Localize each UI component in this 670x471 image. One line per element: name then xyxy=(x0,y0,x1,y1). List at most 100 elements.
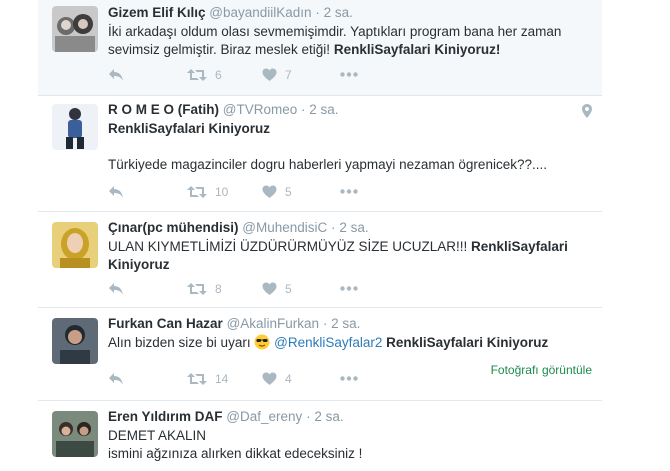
view-photo-link[interactable]: Fotoğrafı görüntüle xyxy=(491,363,592,377)
timestamp[interactable]: 2 sa. xyxy=(309,102,338,117)
timestamp[interactable]: 2 sa. xyxy=(339,220,368,235)
retweet-button[interactable]: 10 xyxy=(187,185,228,199)
tweet-text-line: sevimsiz gelmiştir. Biraz meslek etiği! xyxy=(108,42,331,57)
retweet-count: 6 xyxy=(215,68,222,82)
separator-dot: · xyxy=(301,102,306,117)
like-count: 4 xyxy=(285,372,292,386)
fullname[interactable]: R O M E O (Fatih) xyxy=(108,102,219,117)
timestamp[interactable]: 2 sa. xyxy=(314,409,343,424)
tweet-header: Çınar(pc mühendisi) @MuhendisiC · 2 sa. xyxy=(108,219,592,237)
tweet-text: İki arkadaşı oldum olası sevmemişimdir. … xyxy=(108,23,592,59)
like-count: 7 xyxy=(285,68,292,82)
tweet-actions: 6 7 xyxy=(108,68,378,86)
reply-button[interactable] xyxy=(108,282,124,296)
more-button[interactable] xyxy=(340,72,358,77)
like-button[interactable]: 5 xyxy=(262,282,292,296)
tweet-5[interactable]: Eren Yıldırım DAF @Daf_ereny · 2 sa. DEM… xyxy=(38,401,602,471)
heart-icon xyxy=(262,68,277,81)
tweet-actions: 10 5 xyxy=(108,185,378,203)
separator-dot: · xyxy=(306,409,311,424)
fullname[interactable]: Gizem Elif Kılıç xyxy=(108,5,206,20)
more-button[interactable] xyxy=(340,376,358,381)
more-button[interactable] xyxy=(340,286,358,291)
tweet-3[interactable]: Çınar(pc mühendisi) @MuhendisiC · 2 sa. … xyxy=(38,212,602,308)
reply-icon xyxy=(109,373,123,385)
hashtag-link[interactable]: RenkliSayfalari Kiniyoruz xyxy=(386,335,548,350)
fullname[interactable]: Çınar(pc mühendisi) xyxy=(108,220,239,235)
tweet-text-line: İki arkadaşı oldum olası sevmemişimdir. … xyxy=(108,24,562,39)
hashtag-link[interactable]: RenkliSayfalari Kiniyoruz xyxy=(108,121,270,136)
hashtag-link[interactable]: Kiniyoruz xyxy=(108,257,170,272)
more-icon xyxy=(340,72,358,77)
tweet-text-line: DEMET AKALIN xyxy=(108,428,207,443)
like-button[interactable]: 5 xyxy=(262,185,292,199)
heart-icon xyxy=(262,372,277,385)
heart-icon xyxy=(262,282,277,295)
tweet-header: Eren Yıldırım DAF @Daf_ereny · 2 sa. xyxy=(108,408,592,426)
mention-link[interactable]: @RenkliSayfalar2 xyxy=(274,335,382,350)
reply-icon xyxy=(109,283,123,295)
retweet-icon xyxy=(187,186,207,198)
retweet-button[interactable]: 8 xyxy=(187,282,222,296)
username[interactable]: @Daf_ereny xyxy=(226,409,302,424)
tweet-header: Furkan Can Hazar @AkalinFurkan · 2 sa. xyxy=(108,315,592,333)
tweet-actions: 8 5 xyxy=(108,282,378,300)
username[interactable]: @TVRomeo xyxy=(223,102,297,117)
like-count: 5 xyxy=(285,185,292,199)
tweet-4[interactable]: Furkan Can Hazar @AkalinFurkan · 2 sa. A… xyxy=(38,308,602,401)
avatar[interactable] xyxy=(52,411,98,457)
like-button[interactable]: 7 xyxy=(262,68,292,82)
avatar[interactable] xyxy=(52,318,98,364)
sunglasses-emoji-icon xyxy=(254,334,270,350)
more-button[interactable] xyxy=(340,189,358,194)
tweet-text: DEMET AKALIN ismini ağzınıza alırken dik… xyxy=(108,427,592,463)
reply-button[interactable] xyxy=(108,68,124,82)
tweet-text: ULAN KIYMETLİMİZİ ÜZDÜRÜRMÜYÜZ SİZE UCUZ… xyxy=(108,238,592,274)
tweet-content: R O M E O (Fatih) @TVRomeo · 2 sa. Renkl… xyxy=(108,101,592,174)
avatar[interactable] xyxy=(52,6,98,52)
hashtag-link[interactable]: RenkliSayfalari Kiniyoruz! xyxy=(334,42,501,57)
tweet-text-line: Türkiyede magazinciler dogru haberleri y… xyxy=(108,157,547,172)
tweet-content: Gizem Elif Kılıç @bayandiilKadın · 2 sa.… xyxy=(108,4,592,59)
retweet-button[interactable]: 6 xyxy=(187,68,222,82)
username[interactable]: @bayandiilKadın xyxy=(209,5,311,20)
retweet-count: 10 xyxy=(215,185,229,199)
hashtag-link[interactable]: RenkliSayfalari xyxy=(471,239,568,254)
tweet-content: Eren Yıldırım DAF @Daf_ereny · 2 sa. DEM… xyxy=(108,408,592,463)
retweet-icon xyxy=(187,373,207,385)
username[interactable]: @AkalinFurkan xyxy=(227,316,320,331)
timestamp[interactable]: 2 sa. xyxy=(324,5,353,20)
tweet-actions: 14 4 xyxy=(108,372,378,390)
tweet-text-line: Alın bizden size bi uyarı xyxy=(108,335,251,350)
reply-button[interactable] xyxy=(108,185,124,199)
tweet-content: Çınar(pc mühendisi) @MuhendisiC · 2 sa. … xyxy=(108,219,592,274)
retweet-button[interactable]: 14 xyxy=(187,372,228,386)
like-count: 5 xyxy=(285,282,292,296)
separator-dot: · xyxy=(331,220,336,235)
reply-button[interactable] xyxy=(108,372,124,386)
tweet-2[interactable]: R O M E O (Fatih) @TVRomeo · 2 sa. Renkl… xyxy=(38,96,602,212)
more-icon xyxy=(340,286,358,291)
separator-dot: · xyxy=(315,5,320,20)
like-button[interactable]: 4 xyxy=(262,372,292,386)
tweet-text-line: ULAN KIYMETLİMİZİ ÜZDÜRÜRMÜYÜZ SİZE UCUZ… xyxy=(108,239,468,254)
tweet-text: Alın bizden size bi uyarı @RenkliSayfala… xyxy=(108,334,592,352)
fullname[interactable]: Eren Yıldırım DAF xyxy=(108,409,223,424)
avatar[interactable] xyxy=(52,222,98,268)
timestamp[interactable]: 2 sa. xyxy=(331,316,360,331)
retweet-count: 14 xyxy=(215,372,229,386)
more-icon xyxy=(340,376,358,381)
tweet-text: RenkliSayfalari Kiniyoruz Türkiyede maga… xyxy=(108,120,592,174)
avatar[interactable] xyxy=(52,104,98,150)
more-icon xyxy=(340,189,358,194)
tweet-content: Furkan Can Hazar @AkalinFurkan · 2 sa. A… xyxy=(108,315,592,352)
tweet-1[interactable]: Gizem Elif Kılıç @bayandiilKadın · 2 sa.… xyxy=(38,0,602,96)
heart-icon xyxy=(262,185,277,198)
username[interactable]: @MuhendisiC xyxy=(242,220,327,235)
retweet-icon xyxy=(187,69,207,81)
reply-icon xyxy=(109,186,123,198)
fullname[interactable]: Furkan Can Hazar xyxy=(108,316,223,331)
reply-icon xyxy=(109,69,123,81)
tweet-header: R O M E O (Fatih) @TVRomeo · 2 sa. xyxy=(108,101,592,119)
tweet-header: Gizem Elif Kılıç @bayandiilKadın · 2 sa. xyxy=(108,4,592,22)
